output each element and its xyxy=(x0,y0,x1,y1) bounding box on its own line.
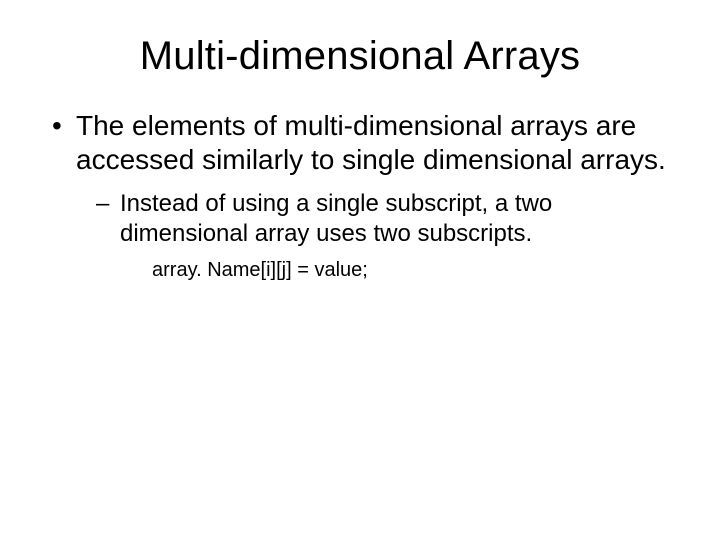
bullet-list-level3: array. Name[i][j] = value; xyxy=(120,258,672,282)
code-text: array. Name[i][j] = value; xyxy=(152,259,368,281)
bullet-text: Instead of using a single subscript, a t… xyxy=(120,190,552,246)
list-item: The elements of multi-dimensional arrays… xyxy=(48,109,672,282)
list-item: array. Name[i][j] = value; xyxy=(152,258,672,282)
bullet-list-level2: Instead of using a single subscript, a t… xyxy=(76,189,672,282)
slide-title: Multi-dimensional Arrays xyxy=(48,34,672,79)
bullet-text: The elements of multi-dimensional arrays… xyxy=(76,110,666,175)
slide: Multi-dimensional Arrays The elements of… xyxy=(0,0,720,540)
list-item: Instead of using a single subscript, a t… xyxy=(92,189,672,282)
bullet-list-level1: The elements of multi-dimensional arrays… xyxy=(48,109,672,282)
